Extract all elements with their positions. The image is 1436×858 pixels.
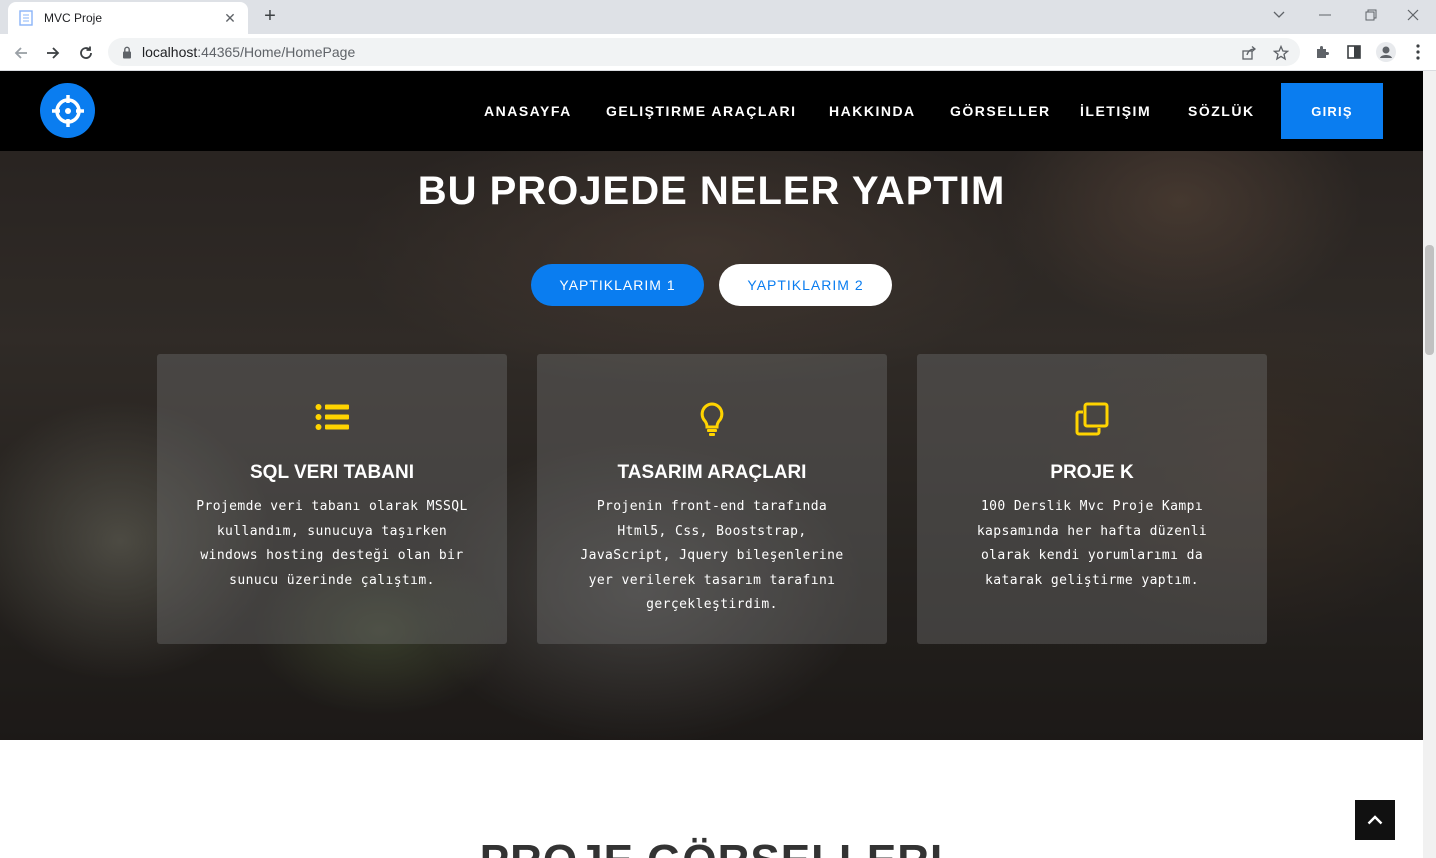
page-scrollbar[interactable] (1423, 71, 1436, 858)
back-icon[interactable] (8, 40, 34, 66)
back-to-top-button[interactable] (1355, 800, 1395, 840)
browser-toolbar: localhost:44365/Home/HomePage (0, 34, 1436, 71)
share-icon[interactable] (1240, 44, 1258, 62)
url-text: localhost:44365/Home/HomePage (142, 44, 356, 60)
address-bar[interactable]: localhost:44365/Home/HomePage (108, 38, 1300, 66)
lightbulb-icon (537, 402, 887, 438)
hero-section: BU PROJEDE NELER YAPTIM YAPTIKLARIM 1 YA… (0, 71, 1423, 740)
tab-search-icon[interactable] (1256, 0, 1302, 30)
reload-icon[interactable] (73, 40, 99, 66)
card-text: Projemde veri tabanı olarak MSSQL kullan… (196, 499, 468, 588)
tab-yaptiklarim-1[interactable]: YAPTIKLARIM 1 (531, 264, 704, 306)
close-window-icon[interactable] (1390, 0, 1436, 30)
nav-link-hakkinda[interactable]: HAKKINDA (829, 103, 916, 119)
page-viewport: BU PROJEDE NELER YAPTIM YAPTIKLARIM 1 YA… (0, 71, 1423, 858)
login-button[interactable]: GIRIŞ (1281, 83, 1383, 139)
browser-tab[interactable]: MVC Proje ✕ (8, 2, 248, 34)
scrollbar-thumb[interactable] (1425, 245, 1434, 355)
nav-link-gelistirme-araclari[interactable]: GELIŞTIRME ARAÇLARI (606, 103, 797, 119)
card-text: 100 Derslik Mvc Proje Kampı kapsamında h… (976, 499, 1208, 588)
forward-icon[interactable] (40, 40, 66, 66)
menu-dots-icon[interactable] (1408, 42, 1428, 62)
card-title: TASARIM ARAÇLARI (617, 462, 807, 483)
nav-link-gorseller[interactable]: GÖRSELLER (950, 103, 1051, 119)
minimize-icon[interactable] (1302, 0, 1348, 30)
crosshair-logo-icon[interactable] (40, 83, 95, 138)
lock-icon[interactable] (120, 45, 134, 59)
browser-tabbar: MVC Proje ✕ + (0, 0, 1436, 34)
site-navbar: ANASAYFA GELIŞTIRME ARAÇLARI HAKKINDA GÖ… (0, 71, 1423, 151)
tab-yaptiklarim-2[interactable]: YAPTIKLARIM 2 (719, 264, 892, 306)
feature-card-design: TASARIM ARAÇLARI Projenin front-end tara… (537, 354, 887, 644)
nav-link-anasayfa[interactable]: ANASAYFA (484, 103, 572, 119)
new-tab-button[interactable]: + (258, 5, 282, 29)
copy-icon (917, 402, 1267, 438)
card-title: SQL VERI TABANI (250, 462, 414, 483)
restore-icon[interactable] (1348, 0, 1394, 30)
card-title: PROJE K (1050, 462, 1134, 483)
profile-avatar-icon[interactable] (1376, 42, 1396, 62)
feature-card-project: PROJE K 100 Derslik Mvc Proje Kampı kaps… (917, 354, 1267, 644)
side-panel-icon[interactable] (1344, 42, 1364, 62)
extensions-icon[interactable] (1312, 42, 1332, 62)
close-tab-icon[interactable]: ✕ (222, 10, 238, 27)
section-title: PROJE GÖRSELLERI (0, 836, 1423, 858)
list-icon (157, 402, 507, 438)
bookmark-star-icon[interactable] (1272, 44, 1290, 62)
feature-card-sql: SQL VERI TABANI Projemde veri tabanı ola… (157, 354, 507, 644)
nav-link-sozluk[interactable]: SÖZLÜK (1188, 103, 1255, 119)
tab-title: MVC Proje (44, 11, 103, 25)
chevron-up-icon (1367, 815, 1383, 825)
document-icon (18, 10, 34, 26)
hero-title: BU PROJEDE NELER YAPTIM (417, 169, 1006, 213)
card-text: Projenin front-end tarafında Html5, Css,… (580, 499, 844, 612)
nav-link-iletisim[interactable]: İLETIŞIM (1080, 103, 1151, 119)
